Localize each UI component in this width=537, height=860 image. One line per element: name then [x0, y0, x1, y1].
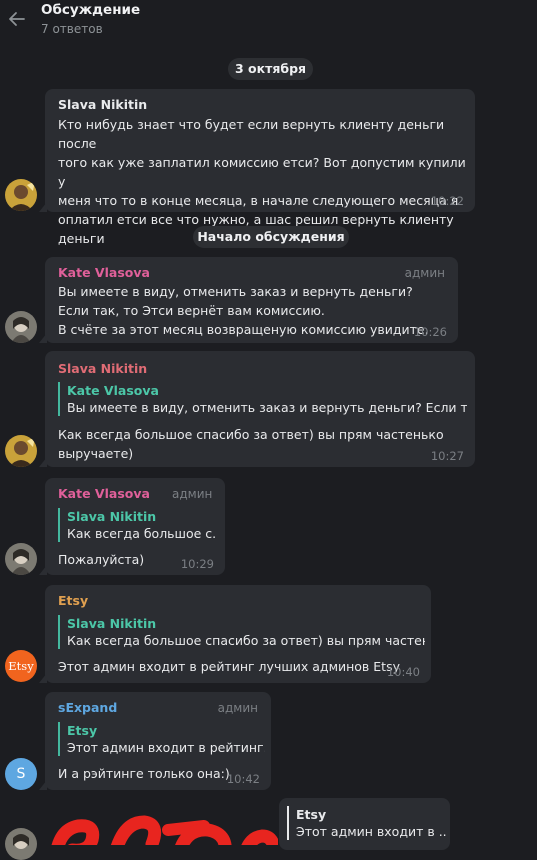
discussion-start-label: Начало обсуждения: [193, 226, 349, 248]
page-title: Обсуждение: [41, 2, 141, 18]
message-text: Как всегда большое спасибо за ответ) вы …: [58, 427, 444, 461]
quote-author: Etsy: [67, 723, 98, 738]
message-time: 10:42: [226, 772, 260, 786]
avatar[interactable]: [5, 179, 37, 211]
message-bubble[interactable]: Slava Nikitin Кто нибудь знает что будет…: [39, 89, 475, 246]
message-time: 10:27: [430, 449, 464, 463]
reply-quote[interactable]: Etsy Этот админ входит в ...: [287, 806, 446, 840]
reply-quote[interactable]: Etsy Этот админ входит в рейтинг...: [58, 722, 265, 756]
admin-badge: админ: [172, 487, 213, 501]
avatar[interactable]: [5, 311, 37, 343]
avatar[interactable]: [5, 543, 37, 575]
avatar[interactable]: [5, 435, 37, 467]
admin-badge: админ: [404, 266, 445, 280]
avatar[interactable]: [5, 828, 37, 860]
sticker-image[interactable]: [48, 800, 278, 845]
quote-text: Как всегда большое с...: [67, 526, 217, 541]
message-bubble[interactable]: Slava Nikitin Kate Vlasova Вы имеете в в…: [39, 351, 475, 467]
quote-author: Kate Vlasova: [67, 383, 159, 398]
quote-text: Вы имеете в виду, отменить заказ и верну…: [67, 400, 467, 415]
quote-author: Slava Nikitin: [67, 509, 157, 524]
avatar[interactable]: Etsy: [5, 650, 37, 682]
sender-name[interactable]: sExpand: [58, 700, 117, 715]
quote-text: Как всегда большое спасибо за ответ) вы …: [67, 633, 425, 648]
message-time: 10:26: [413, 325, 447, 339]
message-bubble[interactable]: Etsy Slava Nikitin Как всегда большое сп…: [39, 585, 431, 683]
reply-count: 7 ответов: [41, 22, 103, 36]
quote-author: Slava Nikitin: [67, 616, 157, 631]
back-arrow-icon[interactable]: [6, 8, 28, 30]
message-time: 10:22: [430, 194, 464, 208]
sender-name[interactable]: Kate Vlasova: [58, 265, 150, 280]
chat-header: Обсуждение 7 ответов: [0, 0, 537, 44]
message-time: 10:40: [386, 665, 420, 679]
message-time: 10:29: [180, 557, 214, 571]
message-text: И а рэйтинге только она:): [58, 766, 230, 781]
message-text: Пожалуйста): [58, 552, 145, 567]
reply-quote[interactable]: Kate Vlasova Вы имеете в виду, отменить …: [58, 382, 467, 416]
quote-text: Этот админ входит в ...: [296, 824, 446, 839]
quote-author: Etsy: [296, 807, 327, 822]
message-text: Вы имеете в виду, отменить заказ и верну…: [58, 284, 429, 337]
sender-name[interactable]: Slava Nikitin: [58, 361, 147, 376]
message-bubble[interactable]: Kate Vlasova админ Slava Nikitin Как все…: [39, 478, 225, 575]
date-separator: 3 октября: [228, 58, 313, 80]
reply-quote[interactable]: Slava Nikitin Как всегда большое спасибо…: [58, 615, 425, 649]
message-text: Этот админ входит в рейтинг лучших админ…: [58, 659, 400, 674]
sender-name[interactable]: Kate Vlasova: [58, 486, 150, 501]
quote-text: Этот админ входит в рейтинг...: [67, 740, 265, 755]
message-bubble[interactable]: Kate Vlasova админ Вы имеете в виду, отм…: [39, 257, 458, 343]
avatar[interactable]: S: [5, 758, 37, 790]
sender-name[interactable]: Etsy: [58, 593, 88, 608]
admin-badge: админ: [217, 701, 258, 715]
sender-name[interactable]: Slava Nikitin: [58, 97, 147, 112]
message-bubble[interactable]: Etsy Этот админ входит в ...: [279, 798, 450, 850]
message-bubble[interactable]: sExpand админ Etsy Этот админ входит в р…: [39, 692, 271, 790]
reply-quote[interactable]: Slava Nikitin Как всегда большое с...: [58, 508, 217, 542]
